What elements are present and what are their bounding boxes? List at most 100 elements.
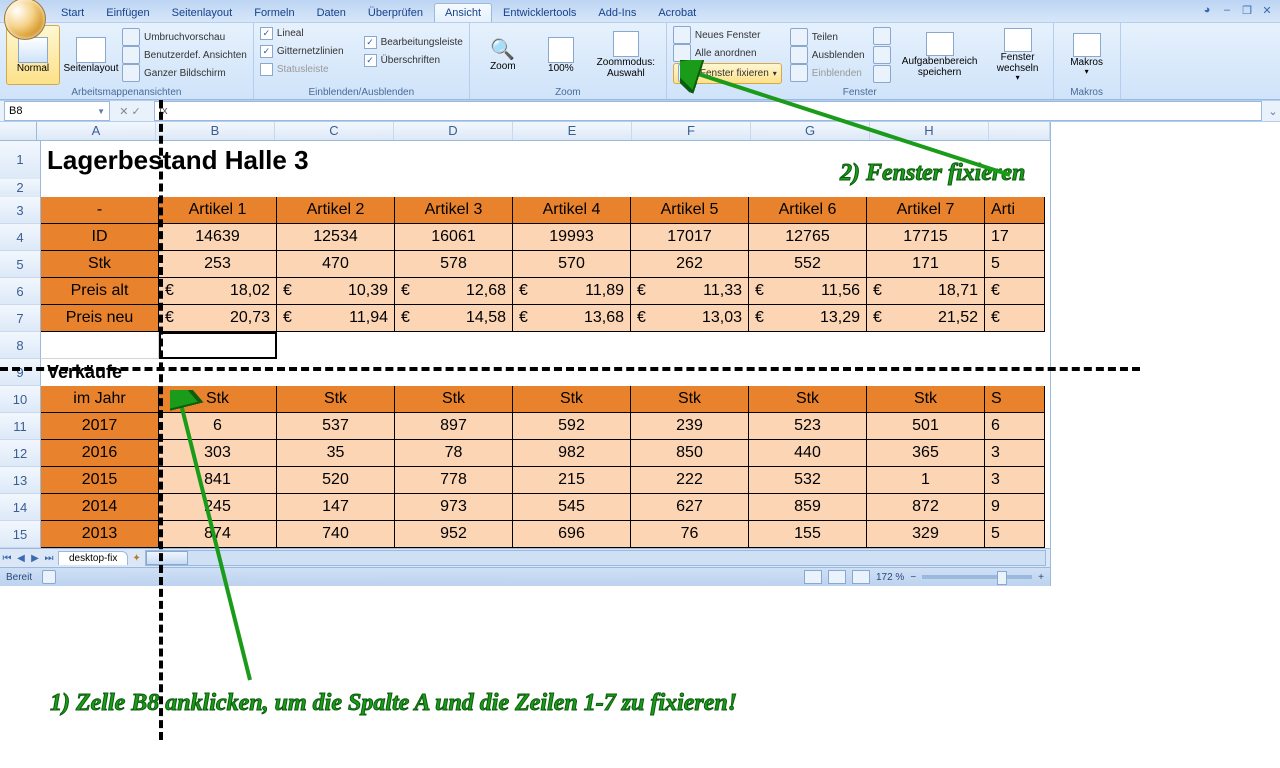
col-H[interactable]: H: [870, 122, 989, 140]
cell[interactable]: 16061: [395, 224, 513, 251]
sync-icon[interactable]: [873, 46, 891, 64]
row-10[interactable]: 10: [0, 386, 41, 413]
cell[interactable]: €10,39: [277, 278, 395, 305]
cell[interactable]: 841: [159, 467, 277, 494]
hide-button[interactable]: Ausblenden: [790, 47, 865, 64]
cell[interactable]: 578: [395, 251, 513, 278]
view-break-icon[interactable]: [852, 570, 870, 584]
last-sheet-icon[interactable]: ⏭: [42, 553, 56, 564]
cell[interactable]: 239: [631, 413, 749, 440]
cell[interactable]: 17: [985, 224, 1045, 251]
cell[interactable]: €14,58: [395, 305, 513, 332]
cell[interactable]: Artikel 7: [867, 197, 985, 224]
cell[interactable]: €21,52: [867, 305, 985, 332]
cell[interactable]: Stk: [631, 386, 749, 413]
cell[interactable]: Preis alt: [41, 278, 159, 305]
cell[interactable]: 897: [395, 413, 513, 440]
formula-input[interactable]: fx: [154, 101, 1262, 121]
cell[interactable]: [277, 332, 1050, 359]
cell[interactable]: 1: [867, 467, 985, 494]
cell[interactable]: 952: [395, 521, 513, 548]
restore-icon[interactable]: ❐: [1240, 4, 1254, 17]
cell[interactable]: 6: [159, 413, 277, 440]
tab-ansicht[interactable]: Ansicht: [434, 3, 492, 22]
cell[interactable]: 215: [513, 467, 631, 494]
col-D[interactable]: D: [394, 122, 513, 140]
cell[interactable]: Stk: [513, 386, 631, 413]
cell[interactable]: 253: [159, 251, 277, 278]
macros-button[interactable]: Makros▾: [1060, 25, 1114, 85]
cell[interactable]: Stk: [277, 386, 395, 413]
row-9[interactable]: 9: [0, 359, 41, 386]
cell[interactable]: 5: [985, 251, 1045, 278]
cell[interactable]: 262: [631, 251, 749, 278]
row-1[interactable]: 1: [0, 141, 41, 180]
cell[interactable]: 850: [631, 440, 749, 467]
tab-addins[interactable]: Add-Ins: [587, 3, 647, 22]
cell[interactable]: Stk: [749, 386, 867, 413]
cell[interactable]: 171: [867, 251, 985, 278]
row-14[interactable]: 14: [0, 494, 41, 521]
zoom-out-icon[interactable]: −: [910, 572, 916, 583]
cell[interactable]: 76: [631, 521, 749, 548]
cell[interactable]: €18,02: [159, 278, 277, 305]
minimize-icon[interactable]: –: [1220, 4, 1234, 17]
cell[interactable]: €11,33: [631, 278, 749, 305]
chk-lineal[interactable]: ✓Lineal: [260, 25, 344, 42]
row-11[interactable]: 11: [0, 413, 41, 440]
cell[interactable]: 2017: [41, 413, 159, 440]
cell[interactable]: 872: [867, 494, 985, 521]
cell[interactable]: 6: [985, 413, 1045, 440]
cell[interactable]: 365: [867, 440, 985, 467]
cell-B8-selected[interactable]: [159, 332, 277, 359]
cell[interactable]: Artikel 3: [395, 197, 513, 224]
expand-formula-icon[interactable]: ⌄: [1266, 105, 1280, 118]
cell[interactable]: 874: [159, 521, 277, 548]
cell[interactable]: 17715: [867, 224, 985, 251]
prev-sheet-icon[interactable]: ◀: [14, 553, 28, 564]
row-7[interactable]: 7: [0, 305, 41, 332]
cell[interactable]: €13,68: [513, 305, 631, 332]
new-sheet-icon[interactable]: ✦: [132, 553, 140, 564]
next-sheet-icon[interactable]: ▶: [28, 553, 42, 564]
cell[interactable]: Artikel 2: [277, 197, 395, 224]
zoom-slider[interactable]: [922, 575, 1032, 579]
close-icon[interactable]: ✕: [1260, 4, 1274, 17]
cell[interactable]: 537: [277, 413, 395, 440]
first-sheet-icon[interactable]: ⏮: [0, 553, 14, 564]
sync-icon[interactable]: [873, 65, 891, 83]
help-icon[interactable]: ◕: [1200, 4, 1214, 17]
cell[interactable]: ID: [41, 224, 159, 251]
cell[interactable]: 740: [277, 521, 395, 548]
cell[interactable]: 19993: [513, 224, 631, 251]
cell[interactable]: Artikel 6: [749, 197, 867, 224]
row-12[interactable]: 12: [0, 440, 41, 467]
chk-status[interactable]: Statusleiste: [260, 61, 344, 78]
cell[interactable]: 501: [867, 413, 985, 440]
tab-formeln[interactable]: Formeln: [243, 3, 305, 22]
umbruch-button[interactable]: Umbruchvorschau: [122, 29, 247, 46]
cell[interactable]: Stk: [159, 386, 277, 413]
zoom-in-icon[interactable]: +: [1038, 572, 1044, 583]
cell[interactable]: 14639: [159, 224, 277, 251]
cell[interactable]: 696: [513, 521, 631, 548]
cell[interactable]: 17017: [631, 224, 749, 251]
view-layout-button[interactable]: Seitenlayout: [64, 25, 118, 85]
cell[interactable]: 545: [513, 494, 631, 521]
cell[interactable]: 245: [159, 494, 277, 521]
cell[interactable]: 2013: [41, 521, 159, 548]
cell[interactable]: 222: [631, 467, 749, 494]
chk-ueber[interactable]: ✓Überschriften: [364, 52, 463, 69]
cell[interactable]: 570: [513, 251, 631, 278]
zoom-button[interactable]: 🔍Zoom: [476, 25, 530, 85]
cell[interactable]: 440: [749, 440, 867, 467]
chevron-down-icon[interactable]: ▼: [97, 107, 105, 116]
tab-seitenlayout[interactable]: Seitenlayout: [161, 3, 244, 22]
h-scrollbar[interactable]: [145, 550, 1046, 566]
cell[interactable]: Stk: [867, 386, 985, 413]
chk-gitter[interactable]: ✓Gitternetzlinien: [260, 43, 344, 60]
cell[interactable]: €: [985, 305, 1045, 332]
cell[interactable]: 778: [395, 467, 513, 494]
cell[interactable]: 520: [277, 467, 395, 494]
cell[interactable]: €12,68: [395, 278, 513, 305]
